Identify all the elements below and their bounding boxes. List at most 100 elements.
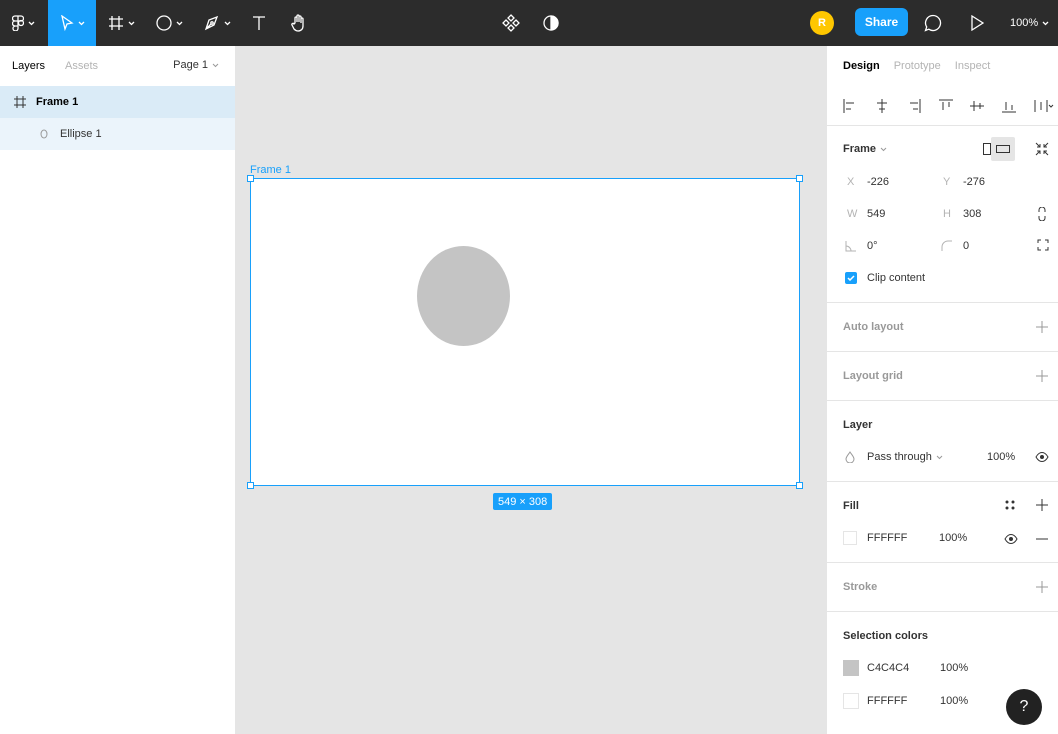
frame-icon — [14, 96, 26, 108]
chevron-down-icon — [1042, 21, 1049, 25]
rotation-field[interactable]: 0° — [845, 240, 878, 252]
auto-layout-title: Auto layout — [843, 321, 904, 333]
shape-tool-button[interactable] — [148, 0, 190, 46]
corner-radius-field[interactable]: 0 — [941, 240, 969, 252]
fill-swatch[interactable] — [843, 531, 857, 545]
color-hex[interactable]: FFFFFF — [867, 695, 940, 707]
resize-to-fit-button[interactable] — [1035, 142, 1049, 156]
frame-label[interactable]: Frame 1 — [250, 164, 291, 176]
resize-handle-br[interactable] — [796, 482, 803, 489]
add-icon[interactable] — [1036, 581, 1048, 593]
share-button[interactable]: Share — [855, 8, 908, 36]
align-top-icon[interactable] — [938, 99, 971, 113]
y-field[interactable]: Y -276 — [943, 176, 985, 188]
landscape-button[interactable] — [991, 137, 1015, 161]
x-label: X — [847, 176, 855, 188]
align-right-icon[interactable] — [907, 98, 939, 113]
layer-row-frame[interactable]: Frame 1 — [0, 86, 235, 118]
tab-assets[interactable]: Assets — [65, 60, 98, 72]
height-field[interactable]: H 308 — [943, 208, 981, 220]
blend-mode-dropdown[interactable]: Pass through — [845, 451, 943, 463]
link-icon — [1038, 207, 1046, 221]
chevron-down-icon — [224, 21, 230, 25]
styles-icon[interactable] — [1005, 500, 1015, 510]
dimension-badge: 549 × 308 — [493, 493, 553, 510]
tab-prototype[interactable]: Prototype — [894, 60, 941, 72]
constrain-proportions-button[interactable] — [1037, 207, 1047, 221]
layer-section: Layer Pass through 100% — [827, 401, 1058, 482]
text-icon — [253, 16, 265, 30]
w-value: 549 — [867, 208, 886, 220]
blend-mode-value: Pass through — [867, 451, 932, 463]
w-label: W — [847, 208, 858, 220]
frame-1[interactable] — [247, 175, 803, 489]
pen-icon — [204, 15, 218, 31]
fill-opacity[interactable]: 100% — [939, 532, 967, 544]
selection-color-row[interactable]: C4C4C4 100% — [843, 660, 968, 676]
layer-opacity-value: 100% — [987, 451, 1016, 463]
width-field[interactable]: W 549 — [847, 208, 885, 220]
pen-tool-button[interactable] — [196, 0, 238, 46]
color-opacity[interactable]: 100% — [940, 695, 968, 707]
tab-inspect[interactable]: Inspect — [955, 60, 990, 72]
fill-row[interactable]: FFFFFF 100% — [843, 531, 967, 545]
eye-icon[interactable] — [1035, 451, 1049, 463]
contrast-button[interactable] — [536, 0, 566, 46]
layer-name: Ellipse 1 — [60, 128, 102, 140]
distribute-icon[interactable] — [1034, 99, 1058, 113]
components-button[interactable] — [496, 0, 526, 46]
radius-value: 0 — [963, 240, 970, 252]
add-icon[interactable] — [1036, 370, 1048, 382]
rotation-icon — [845, 241, 856, 252]
color-swatch[interactable] — [843, 693, 859, 709]
tab-design[interactable]: Design — [843, 60, 880, 72]
ellipse-1[interactable] — [417, 246, 510, 346]
main-menu-button[interactable] — [0, 0, 46, 46]
color-swatch[interactable] — [843, 660, 859, 676]
align-center-v-icon[interactable] — [970, 99, 1002, 113]
align-center-h-icon[interactable] — [875, 98, 907, 113]
zoom-control[interactable]: 100% — [1010, 0, 1049, 46]
add-fill-icon[interactable] — [1036, 499, 1048, 511]
color-opacity[interactable]: 100% — [940, 662, 968, 674]
tab-layers[interactable]: Layers — [12, 60, 45, 72]
selection-color-row[interactable]: FFFFFF 100% — [843, 693, 968, 709]
h-label: H — [943, 208, 951, 220]
hand-tool-button[interactable] — [284, 0, 314, 46]
frame-tool-button[interactable] — [100, 0, 142, 46]
chevron-down-icon — [212, 63, 219, 67]
clip-content-checkbox[interactable]: Clip content — [845, 272, 925, 284]
toolbar: R Share 100% — [0, 0, 1058, 46]
resize-handle-tr[interactable] — [796, 175, 803, 182]
selection-colors-title: Selection colors — [843, 630, 928, 642]
fill-hex[interactable]: FFFFFF — [867, 532, 939, 544]
move-tool-button[interactable] — [48, 0, 96, 46]
avatar[interactable]: R — [810, 11, 834, 35]
help-button[interactable]: ? — [1006, 689, 1042, 725]
frame-preset-dropdown[interactable]: Frame — [843, 143, 887, 155]
x-field[interactable]: X -226 — [847, 176, 889, 188]
page-selector[interactable]: Page 1 — [173, 59, 219, 71]
remove-fill-icon[interactable] — [1036, 533, 1048, 545]
resize-handle-bl[interactable] — [247, 482, 254, 489]
x-value: -226 — [867, 176, 890, 188]
align-bottom-icon[interactable] — [1002, 99, 1034, 113]
layer-row-ellipse[interactable]: Ellipse 1 — [0, 118, 235, 150]
layer-name: Frame 1 — [36, 96, 79, 108]
present-button[interactable] — [962, 0, 992, 46]
text-tool-button[interactable] — [244, 0, 274, 46]
comment-button[interactable] — [918, 0, 948, 46]
color-hex[interactable]: C4C4C4 — [867, 662, 940, 674]
play-icon — [971, 15, 984, 31]
eye-icon[interactable] — [1004, 533, 1018, 545]
align-left-icon[interactable] — [843, 98, 875, 113]
checkbox-checked-icon — [845, 272, 857, 284]
hand-icon — [291, 14, 304, 32]
page-name: Page 1 — [173, 59, 208, 71]
add-icon[interactable] — [1036, 321, 1048, 333]
resize-handle-tl[interactable] — [247, 175, 254, 182]
independent-corners-button[interactable] — [1037, 239, 1049, 251]
frame-title: Frame — [843, 143, 877, 155]
canvas[interactable]: Frame 1 549 × 308 — [236, 46, 826, 734]
layer-opacity-field[interactable]: 100% — [987, 451, 1015, 463]
